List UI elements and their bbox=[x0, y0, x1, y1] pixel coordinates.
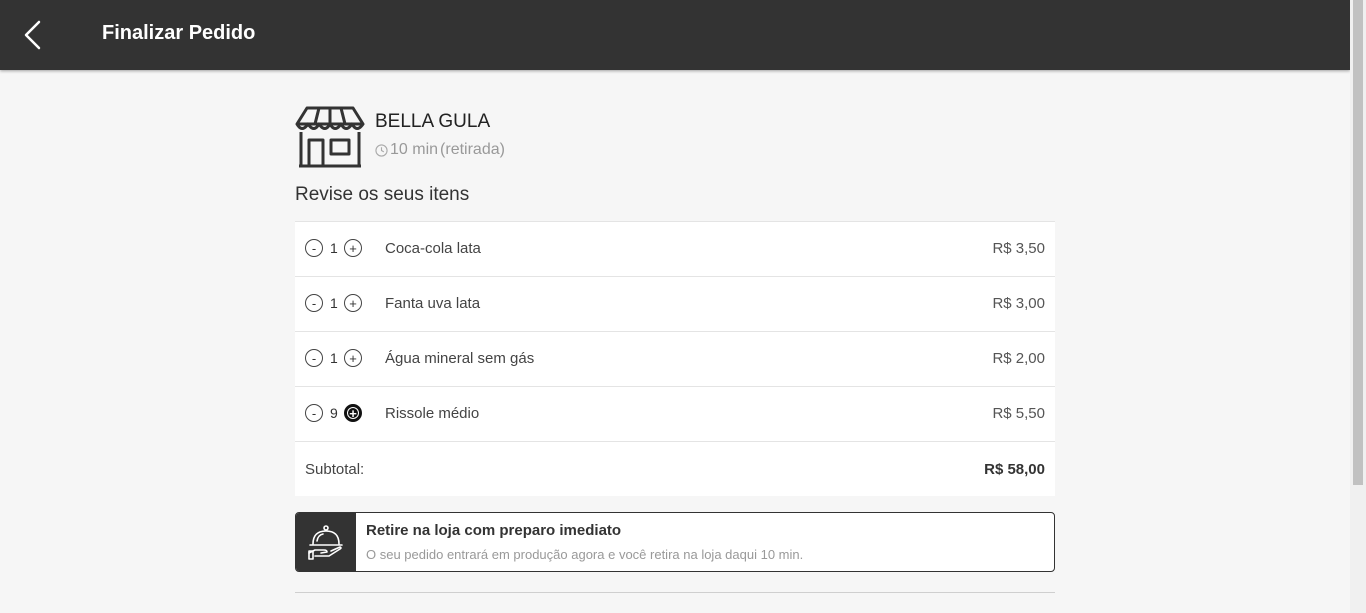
increase-quantity-button[interactable]: + bbox=[344, 404, 362, 422]
pickup-description: O seu pedido entrará em produção agora e… bbox=[366, 547, 804, 562]
store-time: 10 min (retirada) bbox=[375, 141, 505, 159]
item-name: Rissole médio bbox=[385, 405, 480, 422]
item-name: Água mineral sem gás bbox=[385, 350, 535, 367]
minus-icon: - bbox=[311, 295, 317, 311]
plus-icon: + bbox=[349, 350, 357, 366]
plus-icon: + bbox=[349, 405, 357, 421]
item-price: R$ 5,50 bbox=[992, 405, 1045, 422]
list-item: - 1 + Fanta uva lata R$ 3,00 bbox=[295, 277, 1055, 332]
item-price: R$ 2,00 bbox=[992, 350, 1045, 367]
serving-cloche-icon bbox=[308, 525, 343, 560]
quantity-value: 9 bbox=[330, 405, 338, 421]
list-item: - 1 + Coca-cola lata R$ 3,50 bbox=[295, 222, 1055, 277]
minus-icon: - bbox=[311, 405, 317, 421]
plus-icon: + bbox=[349, 295, 357, 311]
item-name: Coca-cola lata bbox=[385, 240, 481, 257]
item-price: R$ 3,50 bbox=[992, 240, 1045, 257]
subtotal-label: Subtotal: bbox=[305, 461, 365, 478]
decrease-quantity-button[interactable]: - bbox=[305, 239, 323, 257]
scrollbar[interactable] bbox=[1350, 0, 1366, 613]
list-item: - 9 + Rissole médio R$ 5,50 bbox=[295, 387, 1055, 442]
minus-icon: - bbox=[311, 240, 317, 256]
increase-quantity-button[interactable]: + bbox=[344, 349, 362, 367]
chevron-left-icon bbox=[24, 20, 41, 50]
section-title: Revise os seus itens bbox=[295, 184, 470, 205]
pickup-icon-box bbox=[296, 513, 356, 571]
item-name: Fanta uva lata bbox=[385, 295, 481, 312]
storefront-icon bbox=[295, 106, 365, 168]
store-mode: (retirada) bbox=[440, 141, 505, 158]
items-list: - 1 + Coca-cola lata R$ 3,50 - 1 + Fanta… bbox=[295, 221, 1055, 496]
store-name: BELLA GULA bbox=[375, 111, 491, 132]
store-time-value: 10 min bbox=[390, 141, 439, 158]
minus-icon: - bbox=[311, 350, 317, 366]
store-header: BELLA GULA 10 min (retirada) bbox=[295, 102, 1055, 168]
increase-quantity-button[interactable]: + bbox=[344, 239, 362, 257]
divider bbox=[295, 592, 1055, 593]
pickup-title: Retire na loja com preparo imediato bbox=[366, 522, 622, 539]
back-button[interactable] bbox=[18, 17, 54, 53]
list-item: - 1 + Água mineral sem gás R$ 2,00 bbox=[295, 332, 1055, 387]
scrollbar-thumb[interactable] bbox=[1353, 0, 1363, 485]
decrease-quantity-button[interactable]: - bbox=[305, 349, 323, 367]
decrease-quantity-button[interactable]: - bbox=[305, 404, 323, 422]
item-price: R$ 3,00 bbox=[992, 295, 1045, 312]
increase-quantity-button[interactable]: + bbox=[344, 294, 362, 312]
page-title: Finalizar Pedido bbox=[102, 22, 256, 44]
checkout-content: BELLA GULA 10 min (retirada) Revise os s… bbox=[295, 102, 1055, 593]
subtotal-row: Subtotal: R$ 58,00 bbox=[295, 442, 1055, 496]
plus-icon: + bbox=[349, 240, 357, 256]
quantity-value: 1 bbox=[330, 350, 338, 366]
quantity-value: 1 bbox=[330, 240, 338, 256]
quantity-value: 1 bbox=[330, 295, 338, 311]
subtotal-value: R$ 58,00 bbox=[984, 461, 1045, 478]
decrease-quantity-button[interactable]: - bbox=[305, 294, 323, 312]
clock-icon bbox=[375, 143, 388, 157]
top-bar: Finalizar Pedido bbox=[0, 0, 1350, 70]
pickup-option-card[interactable]: Retire na loja com preparo imediato O se… bbox=[295, 512, 1055, 572]
